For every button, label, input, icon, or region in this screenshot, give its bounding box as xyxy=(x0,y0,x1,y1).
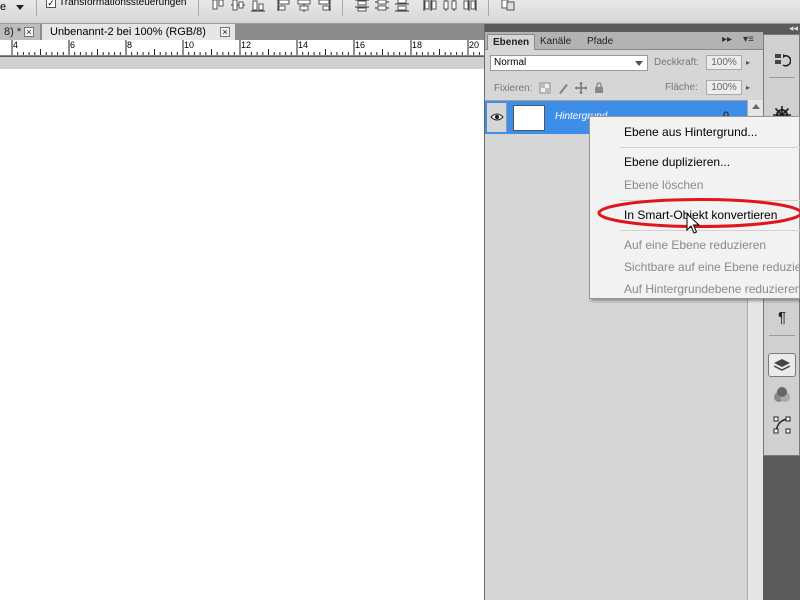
collapse-panel-icon[interactable]: ▸▸ xyxy=(722,34,732,45)
panel-header-strip xyxy=(485,24,764,32)
transform-controls-checkbox[interactable]: ✓ xyxy=(46,0,56,8)
menu-separator xyxy=(620,147,800,148)
paragraph-panel-icon[interactable]: ¶ xyxy=(768,305,796,329)
align-right-icon[interactable] xyxy=(316,0,332,12)
opacity-label: Deckkraft: xyxy=(654,57,700,68)
lock-all-icon[interactable] xyxy=(593,82,605,94)
ruler-label: 16 xyxy=(355,40,366,50)
lock-pixels-icon[interactable] xyxy=(557,82,569,94)
layer-visibility-toggle[interactable] xyxy=(487,103,507,132)
opacity-slider-arrow-icon[interactable]: ▸ xyxy=(746,55,756,70)
document-tab-active[interactable]: Unbenannt-2 bei 100% (RGB/8) × xyxy=(42,24,235,40)
lock-position-icon[interactable] xyxy=(575,82,587,94)
panel-menu-icon[interactable]: ▾≡ xyxy=(743,34,754,45)
ruler-label: 14 xyxy=(298,40,309,50)
align-left-icon[interactable] xyxy=(276,0,292,12)
ruler-label: 6 xyxy=(70,40,76,50)
canvas-pasteboard xyxy=(0,57,484,69)
toolbar-divider xyxy=(342,0,343,16)
panel-dock: ◂◂ ¶ xyxy=(763,23,800,600)
tab-pfade[interactable]: Pfade xyxy=(582,34,618,50)
document-tab-bar: 8) * × Unbenannt-2 bei 100% (RGB/8) × xyxy=(0,24,484,40)
toolbar-divider xyxy=(198,0,199,16)
close-icon[interactable]: × xyxy=(220,27,230,37)
scroll-up-icon[interactable] xyxy=(752,104,760,109)
align-hcenter-icon[interactable] xyxy=(296,0,312,12)
menu-separator xyxy=(620,200,800,201)
document-tab-label: Unbenannt-2 bei 100% (RGB/8) xyxy=(50,26,206,38)
menu-item-merge-down[interactable]: Auf eine Ebene reduzieren xyxy=(624,238,766,252)
distribute-vcenter-icon[interactable] xyxy=(374,0,390,12)
distribute-bottom-icon[interactable] xyxy=(394,0,410,12)
ruler-label: 10 xyxy=(184,40,195,50)
horizontal-ruler: 4 6 8 10 12 14 16 18 20 xyxy=(0,40,484,56)
tool-mode-select[interactable]: e xyxy=(0,1,28,17)
fill-field[interactable]: 100% xyxy=(706,80,742,95)
dock-collapse-icon[interactable]: ◂◂ xyxy=(789,23,798,34)
align-bottom-icon[interactable] xyxy=(250,0,266,12)
layers-panel-icon[interactable] xyxy=(768,353,796,377)
options-bar: e ✓ Transformationssteuerungen xyxy=(0,0,800,24)
tab-ebenen[interactable]: Ebenen xyxy=(487,34,536,50)
paths-panel-icon[interactable] xyxy=(768,413,796,437)
chevron-down-icon xyxy=(635,61,643,66)
opacity-field[interactable]: 100% xyxy=(706,55,742,70)
document-tab-label: 8) * xyxy=(4,26,22,38)
document-tab-inactive[interactable]: 8) * × xyxy=(0,24,40,40)
menu-item-convert-smart-object[interactable]: In Smart-Objekt konvertieren xyxy=(624,208,777,222)
blend-mode-value: Normal xyxy=(494,57,527,68)
lock-transparency-icon[interactable] xyxy=(539,82,551,94)
document-canvas[interactable] xyxy=(0,69,484,600)
distribute-left-icon[interactable] xyxy=(422,0,438,12)
distribute-top-icon[interactable] xyxy=(354,0,370,12)
dock-divider xyxy=(769,77,795,78)
toolbar-divider xyxy=(36,0,37,16)
history-panel-icon[interactable] xyxy=(768,49,796,73)
layers-panel: Ebenen Kanäle Pfade ▸▸ ▾≡ Normal Deckkra… xyxy=(484,24,764,600)
menu-item-flatten-image[interactable]: Auf Hintergrundebene reduzieren xyxy=(624,282,800,296)
distribute-right-icon[interactable] xyxy=(462,0,478,12)
transform-controls-label: Transformationssteuerungen xyxy=(59,0,187,8)
eye-icon xyxy=(490,113,504,121)
distribute-hcenter-icon[interactable] xyxy=(442,0,458,12)
chevron-down-icon xyxy=(16,5,24,10)
ruler-label: 18 xyxy=(412,40,423,50)
auto-align-icon[interactable] xyxy=(500,0,516,12)
dock-divider xyxy=(769,335,795,336)
layer-thumbnail xyxy=(513,105,545,131)
ruler-label: 20 xyxy=(469,40,480,50)
toolbar-divider xyxy=(488,0,489,16)
ruler-label: 4 xyxy=(13,40,19,50)
menu-item-merge-visible[interactable]: Sichtbare auf eine Ebene reduzieren xyxy=(624,260,800,274)
lock-label: Fixieren: xyxy=(494,83,533,94)
layer-context-menu: Ebene aus Hintergrund... Ebene duplizier… xyxy=(589,116,800,299)
blend-mode-select[interactable]: Normal xyxy=(490,55,648,71)
menu-item-delete-layer[interactable]: Ebene löschen xyxy=(624,178,703,192)
panel-tab-bar: Ebenen Kanäle Pfade ▸▸ ▾≡ xyxy=(485,32,764,50)
menu-item-layer-from-background[interactable]: Ebene aus Hintergrund... xyxy=(624,125,757,139)
ruler-label: 12 xyxy=(241,40,252,50)
menu-separator xyxy=(620,230,800,231)
tab-kanaele[interactable]: Kanäle xyxy=(535,34,576,50)
fill-label: Fläche: xyxy=(665,82,698,93)
align-vcenter-icon[interactable] xyxy=(230,0,246,12)
menu-item-duplicate-layer[interactable]: Ebene duplizieren... xyxy=(624,155,730,169)
channels-panel-icon[interactable] xyxy=(768,383,796,407)
close-icon[interactable]: × xyxy=(24,27,34,37)
tool-mode-select-value: e xyxy=(0,1,7,13)
fill-slider-arrow-icon[interactable]: ▸ xyxy=(746,80,756,95)
align-top-icon[interactable] xyxy=(210,0,226,12)
ruler-label: 8 xyxy=(127,40,133,50)
